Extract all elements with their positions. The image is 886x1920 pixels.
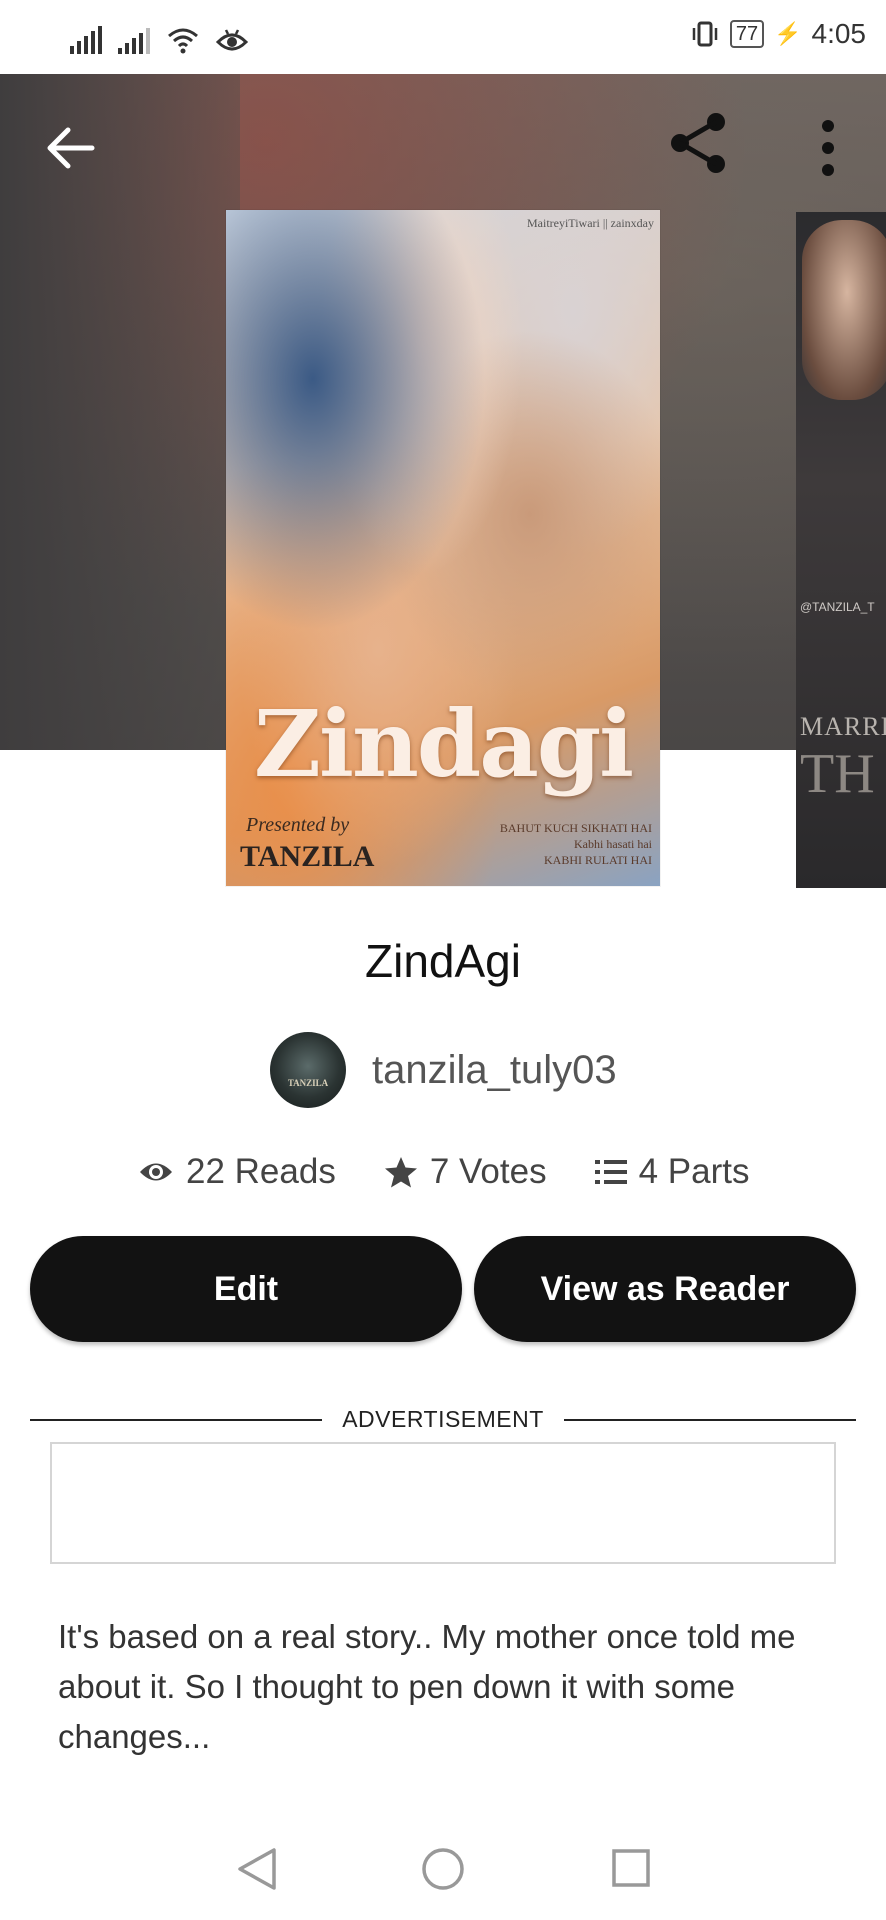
next-cover-title-1: MARRI <box>800 712 886 741</box>
cover-credit: MaitreyiTiwari || zainxday <box>526 216 654 230</box>
advertisement-slot[interactable] <box>50 1442 836 1564</box>
status-icons-right: 77 ⚡ 4:05 <box>690 18 866 50</box>
system-navigation-bar <box>0 1828 886 1920</box>
votes-stat: 7 Votes <box>384 1152 547 1192</box>
cover-title: Zindagi <box>253 690 634 798</box>
signal-icon <box>70 26 102 54</box>
hero-shade <box>0 74 240 750</box>
author-row[interactable]: TANZILA tanzila_tuly03 <box>270 1032 617 1108</box>
status-icons-left <box>70 20 248 54</box>
star-icon <box>384 1157 417 1188</box>
share-icon[interactable] <box>666 110 732 176</box>
next-cover-art <box>802 220 886 400</box>
story-stats: 22 Reads 7 Votes 4 Parts <box>138 1152 749 1192</box>
clock-time: 4:05 <box>811 18 867 49</box>
divider <box>563 1418 857 1421</box>
votes-count: 7 Votes <box>429 1152 547 1191</box>
eye-icon <box>140 1163 172 1181</box>
story-cover[interactable]: MaitreyiTiwari || zainxday Zindagi Prese… <box>226 210 660 886</box>
next-story-cover[interactable]: @TANZILA_T MARRI TH <box>796 212 886 888</box>
signal-icon-2 <box>118 26 150 54</box>
charging-icon: ⚡ <box>774 21 802 46</box>
arrow-left-icon[interactable] <box>40 118 100 178</box>
story-title: ZindAgi <box>365 935 521 987</box>
view-as-reader-button[interactable]: View as Reader <box>474 1236 856 1342</box>
edit-button[interactable]: Edit <box>30 1236 462 1342</box>
next-cover-credit: @TANZILA_T <box>800 600 875 614</box>
nav-back-icon[interactable] <box>236 1846 278 1892</box>
author-name[interactable]: tanzila_tuly03 <box>372 1048 617 1093</box>
battery-level: 77 <box>729 20 765 48</box>
eye-comfort-icon <box>216 29 248 51</box>
more-vertical-icon[interactable] <box>812 118 844 178</box>
reads-count: 22 Reads <box>186 1152 336 1191</box>
avatar[interactable]: TANZILA <box>270 1032 346 1108</box>
nav-recents-icon[interactable] <box>610 1846 652 1892</box>
list-icon <box>594 1160 627 1184</box>
parts-count: 4 Parts <box>638 1152 750 1191</box>
cover-presented-by: Presented by <box>246 814 350 836</box>
parts-stat: 4 Parts <box>594 1152 750 1192</box>
cover-author: TANZILA <box>240 840 375 873</box>
advertisement-label: ADVERTISEMENT <box>342 1406 544 1432</box>
wifi-icon <box>168 28 198 54</box>
next-cover-title-2: TH <box>800 743 875 805</box>
avatar-text: TANZILA <box>287 1078 329 1088</box>
story-description: It's based on a real story.. My mother o… <box>58 1618 796 1755</box>
divider <box>30 1418 323 1421</box>
cover-tagline-3: KABHI RULATI HAI <box>544 853 652 867</box>
advertisement-header: ADVERTISEMENT <box>30 1406 857 1433</box>
cover-tagline: BAHUT KUCH SIKHATI HAI Kabhi hasati hai … <box>500 820 652 868</box>
cover-tagline-2: Kabhi hasati hai <box>574 837 652 851</box>
reads-stat: 22 Reads <box>138 1152 336 1192</box>
status-bar: 77 ⚡ 4:05 <box>0 0 886 74</box>
vibrate-icon <box>692 21 718 47</box>
cover-tagline-1: BAHUT KUCH SIKHATI HAI <box>499 821 652 835</box>
nav-home-icon[interactable] <box>420 1846 466 1892</box>
